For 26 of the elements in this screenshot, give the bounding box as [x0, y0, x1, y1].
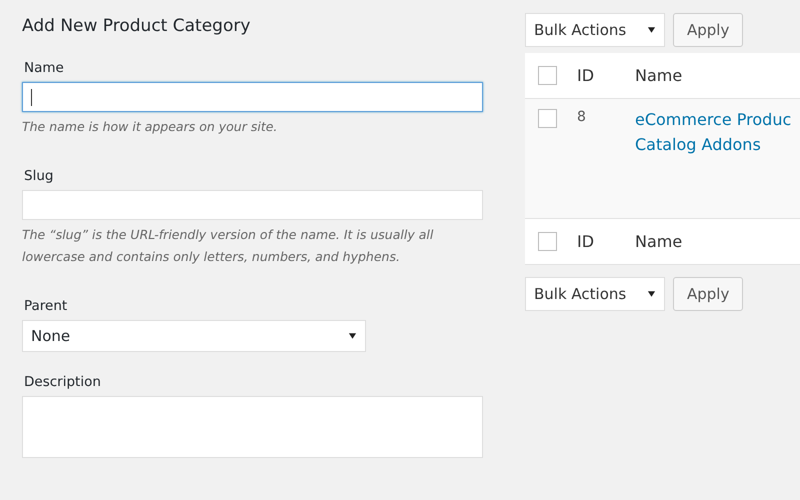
apply-button[interactable]: Apply — [673, 277, 744, 311]
field-label: Description — [24, 374, 102, 390]
column-header: ID — [577, 66, 596, 85]
field-hint: The name is how it appears on your site. — [22, 118, 278, 136]
dropdown-arrow-icon — [647, 290, 656, 298]
bulk-actions-dropdown[interactable]: Bulk Actions — [525, 13, 665, 47]
field-label: Name — [24, 60, 65, 76]
apply-button[interactable]: Apply — [673, 13, 744, 47]
column-header: Name — [635, 232, 682, 251]
column-header: ID — [577, 232, 596, 251]
category-link[interactable]: eCommerce Produc Catalog Addons — [635, 107, 792, 157]
column-header: Name — [635, 66, 682, 85]
field-label: Parent — [24, 298, 68, 314]
parent-dropdown[interactable]: None — [22, 320, 366, 352]
bulk-actions-dropdown[interactable]: Bulk Actions — [525, 277, 665, 311]
field-label: Slug — [24, 168, 54, 184]
table-cell-text: 8 — [577, 109, 587, 125]
form-title: Add New Product Category — [22, 16, 252, 36]
row-checkbox[interactable] — [538, 109, 557, 128]
select-all-checkbox[interactable] — [538, 66, 557, 85]
dropdown-arrow-icon — [348, 332, 357, 340]
description-field[interactable] — [22, 396, 483, 458]
text-field[interactable] — [22, 82, 483, 112]
select-all-checkbox[interactable] — [538, 232, 557, 251]
dropdown-arrow-icon — [647, 26, 656, 34]
field-hint: The “slug” is the URL-friendly version of the name. It is usually all lowercase and contains only letters, numbers, and hyphens. — [22, 226, 434, 266]
